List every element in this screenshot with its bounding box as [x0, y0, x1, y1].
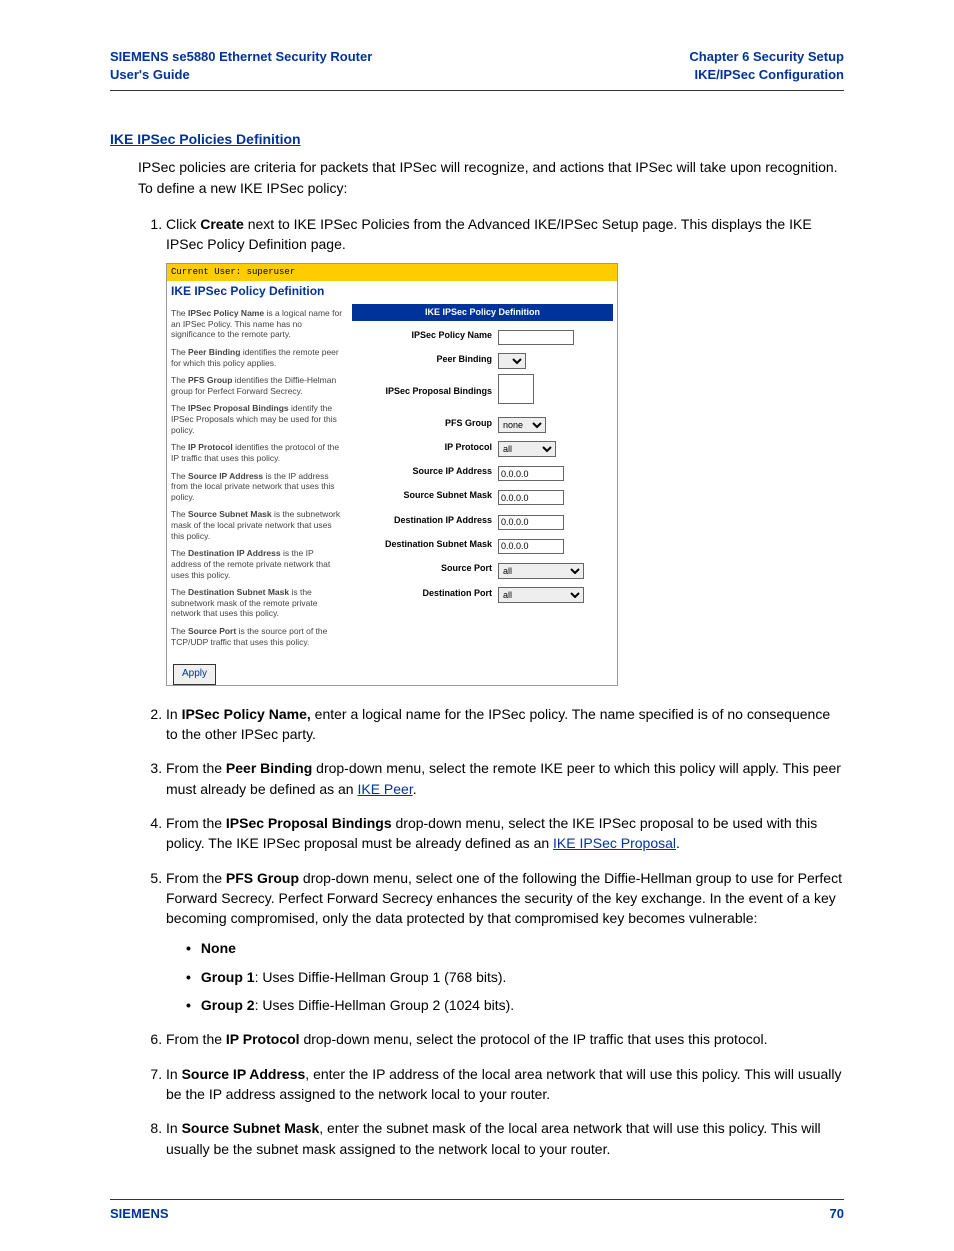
- panel-header: IKE IPSec Policy Definition: [352, 304, 613, 321]
- footer-brand: SIEMENS: [110, 1206, 169, 1221]
- policy-name-label: IPSec Policy Name: [352, 329, 498, 342]
- step-6: From the IP Protocol drop-down menu, sel…: [166, 1029, 844, 1049]
- policy-name-input[interactable]: [498, 330, 574, 345]
- section-title: IKE IPSec Policies Definition: [110, 131, 844, 147]
- pfs-group-select[interactable]: none: [498, 417, 546, 433]
- dest-port-select[interactable]: all: [498, 587, 584, 603]
- step-4: From the IPSec Proposal Bindings drop-do…: [166, 813, 844, 854]
- dest-mask-input[interactable]: [498, 539, 564, 554]
- header-chapter: Chapter 6 Security Setup: [689, 48, 844, 66]
- intro-paragraph: IPSec policies are criteria for packets …: [138, 157, 844, 198]
- header-product: SIEMENS se5880 Ethernet Security Router: [110, 48, 372, 66]
- header-guide: User's Guide: [110, 66, 372, 84]
- step-1: Click Create next to IKE IPSec Policies …: [166, 214, 844, 686]
- page-header: SIEMENS se5880 Ethernet Security Router …: [110, 40, 844, 91]
- step-5: From the PFS Group drop-down menu, selec…: [166, 868, 844, 1016]
- dest-mask-label: Destination Subnet Mask: [352, 538, 498, 551]
- proposal-bindings-label: IPSec Proposal Bindings: [352, 385, 498, 398]
- figure-title: IKE IPSec Policy Definition: [167, 281, 617, 304]
- header-section: IKE/IPSec Configuration: [689, 66, 844, 84]
- peer-binding-label: Peer Binding: [352, 353, 498, 366]
- source-ip-label: Source IP Address: [352, 465, 498, 478]
- figure-help-text: The IPSec Policy Name is a logical name …: [167, 304, 352, 658]
- step-7: In Source IP Address, enter the IP addre…: [166, 1064, 844, 1105]
- bullet-group1: Group 1: Uses Diffie-Hellman Group 1 (76…: [186, 967, 844, 987]
- source-mask-input[interactable]: [498, 490, 564, 505]
- pfs-group-label: PFS Group: [352, 417, 498, 430]
- bullet-group2: Group 2: Uses Diffie-Hellman Group 2 (10…: [186, 995, 844, 1015]
- page-number: 70: [830, 1206, 844, 1221]
- source-ip-input[interactable]: [498, 466, 564, 481]
- current-user-bar: Current User: superuser: [167, 264, 617, 281]
- source-port-label: Source Port: [352, 562, 498, 575]
- source-port-select[interactable]: all: [498, 563, 584, 579]
- step-3: From the Peer Binding drop-down menu, se…: [166, 758, 844, 799]
- apply-button[interactable]: Apply: [173, 664, 216, 685]
- ike-ipsec-proposal-link[interactable]: IKE IPSec Proposal: [553, 835, 676, 851]
- peer-binding-select[interactable]: [498, 353, 526, 369]
- dest-port-label: Destination Port: [352, 587, 498, 600]
- ip-protocol-label: IP Protocol: [352, 441, 498, 454]
- page-footer: SIEMENS 70: [110, 1199, 844, 1221]
- bullet-none: None: [186, 938, 844, 958]
- step-8: In Source Subnet Mask, enter the subnet …: [166, 1118, 844, 1159]
- dest-ip-input[interactable]: [498, 515, 564, 530]
- proposal-bindings-box[interactable]: [498, 374, 534, 404]
- ike-peer-link[interactable]: IKE Peer: [357, 781, 412, 797]
- ipsec-definition-figure: Current User: superuser IKE IPSec Policy…: [166, 263, 618, 686]
- dest-ip-label: Destination IP Address: [352, 514, 498, 527]
- step-2: In IPSec Policy Name, enter a logical na…: [166, 704, 844, 745]
- source-mask-label: Source Subnet Mask: [352, 489, 498, 502]
- ip-protocol-select[interactable]: all: [498, 441, 556, 457]
